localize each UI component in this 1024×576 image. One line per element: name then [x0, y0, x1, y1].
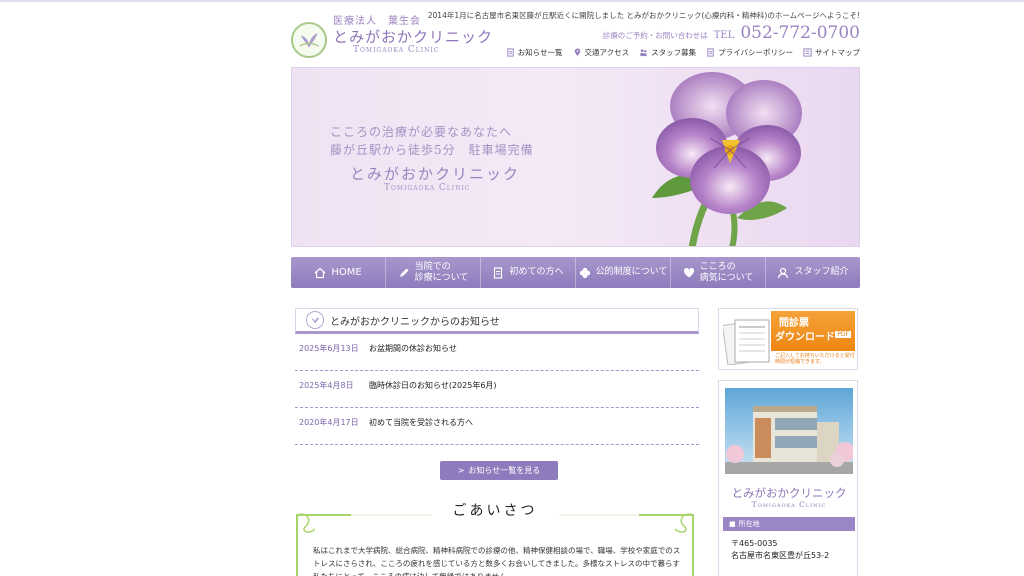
nav-first-visit[interactable]: 初めての方へ [481, 257, 576, 288]
nav-staff[interactable]: スタッフ紹介 [766, 257, 860, 288]
news-header: とみがおかクリニックからのお知らせ [295, 308, 699, 334]
news-item[interactable]: 2025年4月8日 臨時休診日のお知らせ(2025年6月) [295, 371, 699, 408]
news-section: とみがおかクリニックからのお知らせ 2025年6月13日 お盆期間の休診お知らせ… [295, 308, 699, 480]
util-link-access[interactable]: 交通アクセス [573, 47, 630, 58]
hero-line-2: 藤が丘駅から徒歩5分 駐車場完備 [330, 143, 534, 157]
nav-label: 当院での [414, 262, 451, 273]
document-icon [707, 48, 714, 57]
util-link-label: お知らせ一覧 [517, 48, 563, 57]
util-link-label: サイトマップ [815, 48, 860, 57]
nav-public-system[interactable]: 公的制度について [576, 257, 671, 288]
card-clinic-en: Tomigaoka Clinic [751, 500, 827, 509]
nav-label: 病気について [699, 272, 754, 283]
map-pin-icon [574, 48, 580, 57]
questionnaire-download-banner[interactable]: 問診票 ダウンロード PDF ご記入してお持ちいただけると受付時間が短縮できます… [718, 308, 858, 370]
util-link-label: 交通アクセス [584, 48, 630, 57]
banner-orange-panel: 問診票 ダウンロード PDF [771, 311, 855, 351]
news-date: 2025年6月13日 [299, 344, 359, 353]
chevron-right-icon: > [457, 466, 465, 475]
address-header: ■ 所在地 [723, 517, 855, 531]
postal-code: 〒465-0035 [731, 539, 778, 548]
nav-label: 公的制度について [595, 267, 668, 278]
person-icon [778, 267, 789, 278]
nav-treatment[interactable]: 当院での 診療について [386, 257, 481, 288]
clinic-building-photo [725, 388, 853, 474]
news-title: とみがおかクリニックからのお知らせ [330, 316, 500, 328]
news-date: 2020年4月17日 [299, 418, 359, 427]
hero-clinic-name: とみがおかクリニック [350, 165, 521, 183]
clover-icon [579, 267, 590, 278]
util-link-label: スタッフ募集 [651, 48, 697, 57]
news-text[interactable]: 初めて当院を受診される方へ [369, 417, 473, 438]
nav-home[interactable]: HOME [291, 257, 386, 288]
banner-title-1: 問診票 [779, 318, 809, 329]
main-nav: HOME 当院での 診療について 初めての方へ 公的制度について こころの 病気につ… [291, 257, 860, 288]
util-link-news[interactable]: お知らせ一覧 [506, 47, 563, 58]
square-bullet-icon: ■ [729, 520, 736, 528]
nav-label: こころの [699, 262, 736, 273]
pansy-flower-image [652, 72, 802, 246]
header-tagline: 2014年1月に名古屋市名東区藤が丘駅近くに開院しました とみがおかクリニック(… [427, 11, 860, 20]
logo-name: とみがおかクリニック [333, 28, 494, 46]
nav-mental-illness[interactable]: こころの 病気について [671, 257, 766, 288]
nav-label: 診療について [414, 272, 469, 283]
nav-label-group: こころの 病気について [700, 262, 754, 283]
news-more-label: お知らせ一覧を見る [468, 466, 541, 475]
hero-line-1: こころの治療が必要なあなたへ [330, 125, 513, 139]
nav-label: スタッフ紹介 [794, 267, 849, 278]
people-icon [640, 49, 647, 57]
util-link-sitemap[interactable]: サイトマップ [803, 47, 860, 58]
news-date: 2025年4月8日 [299, 381, 354, 390]
sidebar: 問診票 ダウンロード PDF ご記入してお持ちいただけると受付時間が短縮できます… [718, 308, 860, 576]
util-link-recruit[interactable]: スタッフ募集 [639, 47, 696, 58]
pdf-badge: PDF [835, 331, 851, 338]
home-icon [314, 267, 326, 278]
news-item[interactable]: 2025年6月13日 お盆期間の休診お知らせ [295, 334, 699, 371]
logo-org: 医療法人 葉生会 [333, 16, 421, 27]
news-text[interactable]: お盆期間の休診お知らせ [369, 343, 457, 364]
heart-icon [683, 267, 694, 277]
banner-title-2: ダウンロード [775, 332, 835, 343]
news-more-button[interactable]: > お知らせ一覧を見る [440, 461, 558, 480]
hero-banner: こころの治療が必要なあなたへ 藤が丘駅から徒歩5分 駐車場完備 とみがおかクリニ… [291, 67, 860, 247]
nav-label: HOME [331, 266, 362, 278]
nav-label-group: 当院での 診療について [415, 262, 469, 283]
util-link-label: プライバシーポリシー [718, 48, 793, 57]
news-text[interactable]: 臨時休診日のお知らせ(2025年6月) [369, 380, 497, 401]
greeting-body: 私はこれまで大学病院、総合病院、精神科病院での診療の他、精神保健相談の場で、職場… [313, 546, 681, 576]
nav-label: 初めての方へ [509, 267, 564, 278]
pencil-icon [399, 268, 409, 277]
page-container: 医療法人 葉生会 とみがおかクリニック Tomigaoka Clinic 201… [291, 0, 860, 576]
contact-label: 診療のご予約・お問い合わせは [602, 31, 708, 40]
news-item[interactable]: 2020年4月17日 初めて当院を受診される方へ [295, 408, 699, 445]
tel-number[interactable]: 052-772-0700 [740, 23, 860, 43]
document-icon [507, 48, 514, 57]
utility-nav: お知らせ一覧 交通アクセス スタッフ募集 プライバシーポリシー サイトマップ [506, 47, 860, 58]
hero-clinic-en: Tomigaoka Clinic [384, 183, 471, 193]
address-label: 所在地 [738, 520, 760, 528]
util-link-privacy[interactable]: プライバシーポリシー [706, 47, 793, 58]
greeting-section: ごあいさつ 私はこれまで大学病院、総合病院、精神科病院での診療の他、精神保健相談… [291, 497, 699, 576]
news-list: 2025年6月13日 お盆期間の休診お知らせ 2025年4月8日 臨時休診日のお… [295, 334, 699, 445]
clinic-emblem-icon [291, 22, 327, 58]
clinic-info-card: とみがおかクリニック Tomigaoka Clinic ■ 所在地 〒465-0… [718, 380, 858, 576]
tel-label: TEL [713, 30, 735, 41]
street-address: 名古屋市名東区豊が丘53-2 [731, 551, 830, 560]
clinic-emblem-icon [306, 311, 324, 329]
greeting-title: ごあいさつ [452, 503, 538, 519]
card-clinic-name: とみがおかクリニック [731, 486, 847, 500]
logo-en: Tomigaoka Clinic [353, 45, 440, 55]
sitemap-icon [803, 48, 812, 57]
questionnaire-document-image [723, 319, 770, 365]
banner-note: ご記入してお持ちいただけると受付時間が短縮できます。 [775, 353, 855, 365]
document-icon [494, 266, 503, 279]
header-contact: 診療のご予約・お問い合わせは TEL 052-772-0700 [603, 23, 860, 43]
